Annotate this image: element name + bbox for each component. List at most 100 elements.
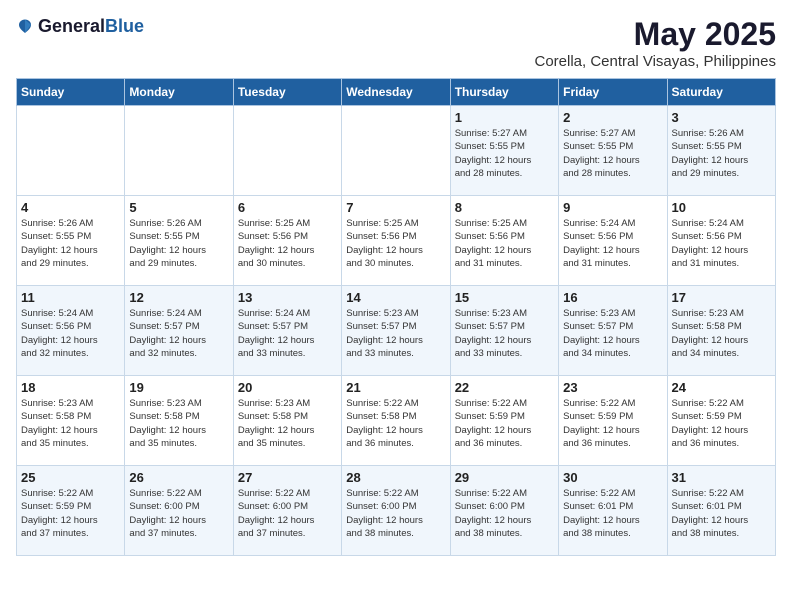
calendar-week-row: 11 Sunrise: 5:24 AM Sunset: 5:56 PM Dayli… <box>17 286 776 376</box>
calendar-cell: 10 Sunrise: 5:24 AM Sunset: 5:56 PM Dayli… <box>667 196 775 286</box>
calendar-cell: 14 Sunrise: 5:23 AM Sunset: 5:57 PM Dayli… <box>342 286 450 376</box>
calendar-cell: 22 Sunrise: 5:22 AM Sunset: 5:59 PM Dayli… <box>450 376 558 466</box>
day-number: 24 <box>672 380 771 395</box>
day-number: 29 <box>455 470 554 485</box>
calendar-cell <box>233 106 341 196</box>
header: GeneralBlue May 2025 Corella, Central Vi… <box>16 16 776 70</box>
day-number: 25 <box>21 470 120 485</box>
day-info: Sunrise: 5:23 AM Sunset: 5:57 PM Dayligh… <box>346 307 445 360</box>
day-info: Sunrise: 5:22 AM Sunset: 5:59 PM Dayligh… <box>455 397 554 450</box>
calendar-cell: 12Sunrise: 5:24 AM Sunset: 5:57 PM Dayli… <box>125 286 233 376</box>
logo-icon <box>16 18 34 36</box>
day-number: 17 <box>672 290 771 305</box>
day-number: 19 <box>129 380 228 395</box>
logo: GeneralBlue <box>16 16 144 37</box>
main-title: May 2025 <box>534 16 776 53</box>
calendar-cell: 28 Sunrise: 5:22 AM Sunset: 6:00 PM Dayli… <box>342 466 450 556</box>
calendar-cell: 16 Sunrise: 5:23 AM Sunset: 5:57 PM Dayli… <box>559 286 667 376</box>
day-info: Sunrise: 5:23 AM Sunset: 5:58 PM Dayligh… <box>238 397 337 450</box>
calendar-cell: 1 Sunrise: 5:27 AM Sunset: 5:55 PM Daylig… <box>450 106 558 196</box>
day-info: Sunrise: 5:25 AM Sunset: 5:56 PM Dayligh… <box>346 217 445 270</box>
calendar-cell <box>342 106 450 196</box>
day-info: Sunrise: 5:22 AM Sunset: 6:01 PM Dayligh… <box>563 487 662 540</box>
day-info: Sunrise: 5:22 AM Sunset: 6:00 PM Dayligh… <box>238 487 337 540</box>
day-info: Sunrise: 5:24 AM Sunset: 5:57 PM Dayligh… <box>129 307 228 360</box>
day-number: 31 <box>672 470 771 485</box>
day-number: 21 <box>346 380 445 395</box>
calendar-cell: 6 Sunrise: 5:25 AM Sunset: 5:56 PM Daylig… <box>233 196 341 286</box>
day-info: Sunrise: 5:25 AM Sunset: 5:56 PM Dayligh… <box>455 217 554 270</box>
calendar-cell: 5Sunrise: 5:26 AM Sunset: 5:55 PM Daylig… <box>125 196 233 286</box>
day-number: 2 <box>563 110 662 125</box>
day-of-week-header: Friday <box>559 79 667 106</box>
calendar-cell: 26Sunrise: 5:22 AM Sunset: 6:00 PM Dayli… <box>125 466 233 556</box>
day-info: Sunrise: 5:26 AM Sunset: 5:55 PM Dayligh… <box>129 217 228 270</box>
day-info: Sunrise: 5:25 AM Sunset: 5:56 PM Dayligh… <box>238 217 337 270</box>
day-info: Sunrise: 5:23 AM Sunset: 5:57 PM Dayligh… <box>455 307 554 360</box>
calendar-cell: 18Sunrise: 5:23 AM Sunset: 5:58 PM Dayli… <box>17 376 125 466</box>
calendar-cell: 8 Sunrise: 5:25 AM Sunset: 5:56 PM Daylig… <box>450 196 558 286</box>
calendar-cell <box>17 106 125 196</box>
day-number: 10 <box>672 200 771 215</box>
day-number: 8 <box>455 200 554 215</box>
day-number: 18 <box>21 380 120 395</box>
day-info: Sunrise: 5:23 AM Sunset: 5:58 PM Dayligh… <box>672 307 771 360</box>
day-of-week-header: Saturday <box>667 79 775 106</box>
calendar-header-row: SundayMondayTuesdayWednesdayThursdayFrid… <box>17 79 776 106</box>
day-info: Sunrise: 5:24 AM Sunset: 5:56 PM Dayligh… <box>672 217 771 270</box>
day-info: Sunrise: 5:27 AM Sunset: 5:55 PM Dayligh… <box>563 127 662 180</box>
day-of-week-header: Thursday <box>450 79 558 106</box>
day-info: Sunrise: 5:22 AM Sunset: 6:00 PM Dayligh… <box>455 487 554 540</box>
day-number: 7 <box>346 200 445 215</box>
calendar-table: SundayMondayTuesdayWednesdayThursdayFrid… <box>16 78 776 556</box>
day-info: Sunrise: 5:22 AM Sunset: 6:00 PM Dayligh… <box>129 487 228 540</box>
day-info: Sunrise: 5:27 AM Sunset: 5:55 PM Dayligh… <box>455 127 554 180</box>
day-number: 20 <box>238 380 337 395</box>
calendar-body: 1 Sunrise: 5:27 AM Sunset: 5:55 PM Daylig… <box>17 106 776 556</box>
logo-text-general: General <box>38 16 105 36</box>
day-number: 14 <box>346 290 445 305</box>
calendar-cell: 30 Sunrise: 5:22 AM Sunset: 6:01 PM Dayli… <box>559 466 667 556</box>
day-number: 16 <box>563 290 662 305</box>
day-info: Sunrise: 5:26 AM Sunset: 5:55 PM Dayligh… <box>672 127 771 180</box>
day-number: 6 <box>238 200 337 215</box>
day-number: 30 <box>563 470 662 485</box>
day-info: Sunrise: 5:23 AM Sunset: 5:57 PM Dayligh… <box>563 307 662 360</box>
calendar-cell: 19 Sunrise: 5:23 AM Sunset: 5:58 PM Dayli… <box>125 376 233 466</box>
day-number: 11 <box>21 290 120 305</box>
day-number: 15 <box>455 290 554 305</box>
day-info: Sunrise: 5:22 AM Sunset: 5:59 PM Dayligh… <box>21 487 120 540</box>
calendar-cell: 24Sunrise: 5:22 AM Sunset: 5:59 PM Dayli… <box>667 376 775 466</box>
day-number: 9 <box>563 200 662 215</box>
day-info: Sunrise: 5:22 AM Sunset: 5:58 PM Dayligh… <box>346 397 445 450</box>
day-number: 3 <box>672 110 771 125</box>
calendar-cell: 27 Sunrise: 5:22 AM Sunset: 6:00 PM Dayli… <box>233 466 341 556</box>
day-of-week-header: Tuesday <box>233 79 341 106</box>
calendar-cell: 2 Sunrise: 5:27 AM Sunset: 5:55 PM Daylig… <box>559 106 667 196</box>
day-info: Sunrise: 5:24 AM Sunset: 5:57 PM Dayligh… <box>238 307 337 360</box>
calendar-cell: 31 Sunrise: 5:22 AM Sunset: 6:01 PM Dayli… <box>667 466 775 556</box>
day-of-week-header: Wednesday <box>342 79 450 106</box>
calendar-week-row: 1 Sunrise: 5:27 AM Sunset: 5:55 PM Daylig… <box>17 106 776 196</box>
day-number: 28 <box>346 470 445 485</box>
day-info: Sunrise: 5:26 AM Sunset: 5:55 PM Dayligh… <box>21 217 120 270</box>
day-number: 22 <box>455 380 554 395</box>
day-info: Sunrise: 5:24 AM Sunset: 5:56 PM Dayligh… <box>21 307 120 360</box>
calendar-week-row: 18 Sunrise: 5:23 AM Sunset: 5:58 PM Dayli… <box>17 376 776 466</box>
day-info: Sunrise: 5:22 AM Sunset: 5:59 PM Dayligh… <box>563 397 662 450</box>
day-number: 27 <box>238 470 337 485</box>
calendar-cell: 15 Sunrise: 5:23 AM Sunset: 5:57 PM Dayli… <box>450 286 558 376</box>
day-of-week-header: Monday <box>125 79 233 106</box>
day-number: 1 <box>455 110 554 125</box>
day-info: Sunrise: 5:22 AM Sunset: 6:01 PM Dayligh… <box>672 487 771 540</box>
day-of-week-header: Sunday <box>17 79 125 106</box>
day-number: 13 <box>238 290 337 305</box>
day-number: 23 <box>563 380 662 395</box>
day-info: Sunrise: 5:23 AM Sunset: 5:58 PM Dayligh… <box>129 397 228 450</box>
logo-text-blue: Blue <box>105 16 144 36</box>
subtitle: Corella, Central Visayas, Philippines <box>534 53 776 70</box>
calendar-cell: 17 Sunrise: 5:23 AM Sunset: 5:58 PM Dayli… <box>667 286 775 376</box>
day-info: Sunrise: 5:22 AM Sunset: 6:00 PM Dayligh… <box>346 487 445 540</box>
calendar-cell: 29 Sunrise: 5:22 AM Sunset: 6:00 PM Dayli… <box>450 466 558 556</box>
calendar-week-row: 25 Sunrise: 5:22 AM Sunset: 5:59 PM Dayli… <box>17 466 776 556</box>
